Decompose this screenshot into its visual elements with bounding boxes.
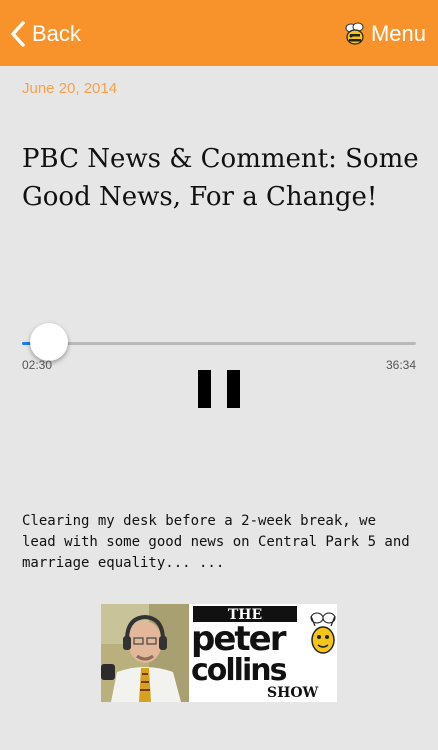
back-button[interactable]: Back <box>10 18 81 50</box>
elapsed-time: 02:30 <box>22 358 53 372</box>
logo-bee-icon <box>310 612 336 654</box>
back-label: Back <box>32 21 81 46</box>
logo-show-text: SHOW <box>267 685 319 701</box>
episode-description: Clearing my desk before a 2-week break, … <box>22 513 410 571</box>
show-logo: THE peter collins SHOW <box>101 604 337 702</box>
pause-icon <box>198 370 211 408</box>
progress-thumb[interactable] <box>29 323 68 361</box>
menu-label: Menu <box>370 21 426 46</box>
progress-track[interactable] <box>22 342 416 345</box>
chevron-left-icon <box>11 21 25 47</box>
menu-button[interactable]: Menu <box>342 18 426 50</box>
total-time: 36:34 <box>385 358 416 372</box>
pause-icon-bar <box>227 370 240 408</box>
bee-icon <box>345 22 364 45</box>
nav-bar: Back Menu <box>0 0 438 66</box>
episode-title: PBC News & Comment: Some Good News, For … <box>22 144 419 212</box>
pause-button[interactable] <box>198 368 240 410</box>
episode-date: June 20, 2014 <box>22 80 118 97</box>
logo-collins-text: collins <box>191 653 287 688</box>
